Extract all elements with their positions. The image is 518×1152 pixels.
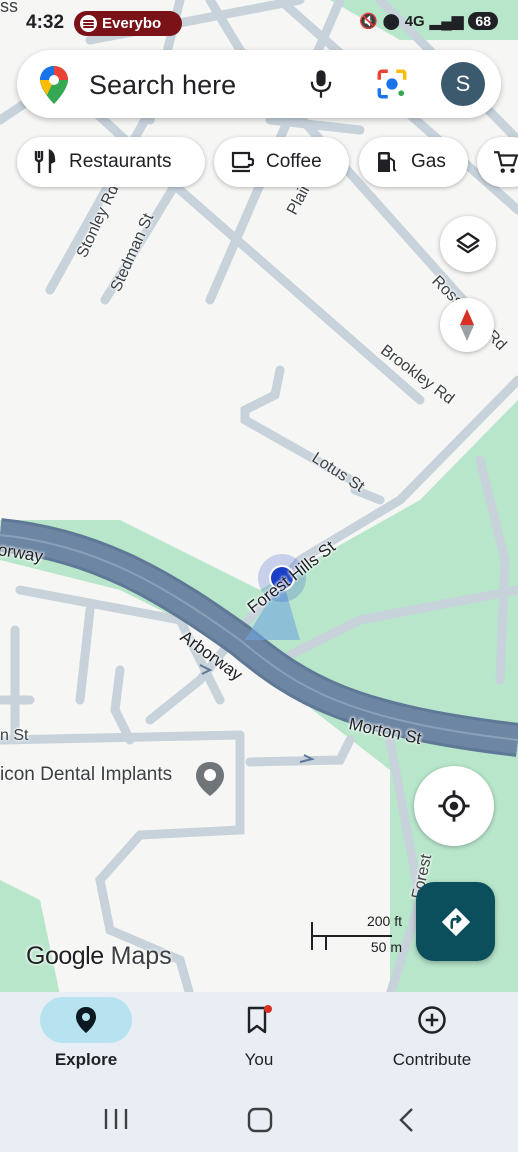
layers-button[interactable] <box>440 216 496 272</box>
back-icon <box>399 1108 413 1132</box>
map-scale: 200 ft 50 m <box>310 913 405 957</box>
scale-meters: 50 m <box>370 939 402 955</box>
account-avatar[interactable]: S <box>441 62 485 106</box>
tab-contribute[interactable]: Contribute <box>346 992 518 1080</box>
tab-explore[interactable]: Explore <box>0 992 172 1080</box>
chip-label-gas: Gas <box>411 151 446 172</box>
compass-icon <box>460 309 474 341</box>
search-bar[interactable]: Search here S <box>17 50 501 118</box>
spotify-icon <box>80 15 97 32</box>
mute-icon: 🔇 <box>359 13 378 30</box>
bookmark-icon <box>247 1005 272 1034</box>
coffee-cup-icon <box>231 151 254 173</box>
you-icon-container <box>213 997 305 1043</box>
battery-indicator: 68 <box>468 12 498 30</box>
fork-knife-icon <box>34 149 56 173</box>
scale-feet: 200 ft <box>366 913 402 929</box>
microphone-icon <box>310 70 332 98</box>
recent-apps-button[interactable] <box>96 1104 136 1134</box>
tab-label-contribute: Contribute <box>392 1050 472 1069</box>
home-icon <box>247 1107 273 1133</box>
tab-you[interactable]: You <box>173 992 345 1080</box>
chip-coffee[interactable]: Coffee <box>214 137 349 187</box>
directions-icon <box>441 907 470 936</box>
poi-marker[interactable] <box>194 760 226 798</box>
system-navigation-bar <box>0 1080 518 1152</box>
chip-label-restaurants: Restaurants <box>69 151 172 172</box>
search-input[interactable]: Search here <box>89 70 236 101</box>
explore-pin-icon <box>76 1007 96 1033</box>
logo-google-text: Google <box>26 942 104 970</box>
status-time: 4:32 <box>26 12 65 33</box>
explore-icon-container <box>40 997 132 1043</box>
home-button[interactable] <box>244 1104 276 1136</box>
voice-search-button[interactable] <box>307 68 335 105</box>
chip-label-coffee: Coffee <box>266 151 322 172</box>
directions-button[interactable] <box>416 882 495 961</box>
gas-pump-icon <box>378 152 397 172</box>
back-button[interactable] <box>392 1104 422 1136</box>
bottom-navigation: Explore You Contribute <box>0 992 518 1080</box>
logo-maps-text: Maps <box>110 942 172 970</box>
media-title: Everybo <box>102 15 162 32</box>
tab-label-explore: Explore <box>54 1050 118 1069</box>
google-maps-pin-icon <box>39 65 69 110</box>
street-label-st-left: n St <box>0 727 29 744</box>
contribute-icon-container <box>386 997 478 1043</box>
signal-icon: ▂▄▆ <box>429 13 464 30</box>
chip-gas[interactable]: Gas <box>359 137 468 187</box>
lens-button[interactable] <box>375 67 409 106</box>
media-chip[interactable]: Everybo <box>74 11 182 36</box>
crosshair-icon <box>438 790 470 822</box>
network-label: 4G <box>404 12 425 30</box>
recent-apps-icon <box>104 1109 128 1129</box>
chip-restaurants[interactable]: Restaurants <box>17 137 205 187</box>
google-lens-icon <box>377 69 407 99</box>
add-circle-icon <box>418 1006 446 1034</box>
poi-label-dental[interactable]: icon Dental Implants <box>0 764 172 786</box>
location-icon: ⬤ <box>382 13 400 30</box>
status-icons: 🔇 ⬤ 4G ▂▄▆ 68 <box>359 12 498 30</box>
my-location-button[interactable] <box>414 766 494 846</box>
status-bar: 4:32 Everybo 🔇 ⬤ 4G ▂▄▆ 68 <box>0 0 518 46</box>
layers-icon <box>456 232 480 254</box>
compass-button[interactable] <box>440 298 494 352</box>
shopping-cart-icon <box>494 151 518 173</box>
poi-pin-icon <box>196 762 224 796</box>
tab-label-you: You <box>244 1050 274 1069</box>
google-maps-logo: Google Maps <box>26 942 172 971</box>
